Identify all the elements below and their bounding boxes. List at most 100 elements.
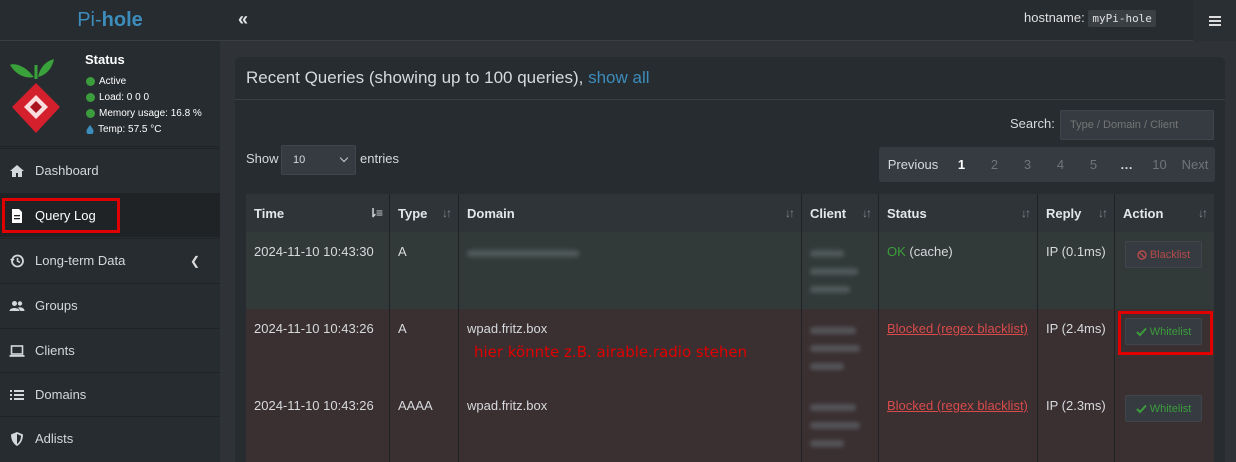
search-label: Search: — [1010, 116, 1055, 131]
pager-page-4[interactable]: 4 — [1044, 157, 1077, 172]
table-row[interactable]: 2024-11-10 10:43:30 A OK (cache) IP (0.1… — [246, 232, 1214, 309]
cell-status: OK (cache) — [879, 232, 1038, 309]
status-active: Active — [86, 76, 126, 87]
logo-prefix: Pi- — [77, 9, 102, 31]
sidebar-item-label: Groups — [35, 298, 78, 313]
column-header-reply[interactable]: Reply ↓↑ — [1038, 194, 1115, 232]
sidebar-item-groups[interactable]: Groups — [0, 283, 220, 327]
redacted-text — [810, 363, 844, 370]
column-label: Reply — [1046, 205, 1082, 221]
pihole-logo-icon — [10, 59, 60, 133]
sort-icon: ↓↑ — [1021, 206, 1031, 220]
check-icon — [1136, 327, 1147, 336]
cell-type: A — [390, 232, 459, 309]
sidebar-item-adlists[interactable]: Adlists — [0, 416, 220, 460]
sidebar-item-label: Adlists — [35, 431, 74, 446]
whitelist-label: Whitelist — [1149, 402, 1192, 415]
box-header: Recent Queries (showing up to 100 querie… — [235, 57, 1225, 100]
cell-reply: IP (2.3ms) — [1038, 386, 1115, 462]
column-header-status[interactable]: Status ↓↑ — [879, 194, 1038, 232]
cell-reply: IP (2.4ms) — [1038, 309, 1115, 386]
column-label: Type — [398, 205, 428, 221]
redacted-text — [810, 286, 850, 293]
column-header-domain[interactable]: Domain ↓↑ — [459, 194, 802, 232]
show-all-link[interactable]: show all — [588, 68, 649, 87]
column-header-action[interactable]: Action ↓↑ — [1115, 194, 1214, 232]
pager-page-2[interactable]: 2 — [978, 157, 1011, 172]
list-icon — [10, 389, 24, 400]
cell-time: 2024-11-10 10:43:30 — [246, 232, 390, 309]
pager-page-3[interactable]: 3 — [1011, 157, 1044, 172]
status-memory-text: Memory usage: 16.8 % — [99, 108, 202, 119]
status-panel: Status Active Load: 0 0 0 Memory usage: … — [0, 41, 220, 147]
pager-page-5[interactable]: 5 — [1077, 157, 1110, 172]
sort-icon: ↓↑ — [1098, 206, 1108, 220]
redacted-text — [810, 327, 856, 334]
cell-action: Blacklist — [1115, 232, 1214, 309]
laptop-icon — [9, 344, 25, 357]
pagination: Previous 1 2 3 4 5 … 10 Next — [879, 147, 1215, 182]
sidebar-item-domains[interactable]: Domains — [0, 372, 220, 416]
redacted-text — [467, 250, 579, 257]
home-icon — [10, 164, 24, 177]
status-temp-text: Temp: 57.5 °C — [98, 124, 162, 135]
logo-bold: hole — [101, 9, 143, 31]
file-icon — [12, 208, 22, 223]
redacted-text — [810, 268, 858, 275]
column-label: Time — [254, 205, 285, 221]
cell-time: 2024-11-10 10:43:26 — [246, 386, 390, 462]
blacklist-button[interactable]: Blacklist — [1125, 241, 1202, 268]
status-blocked-link[interactable]: Blocked (regex blacklist) — [887, 321, 1028, 336]
box-title-text: Recent Queries (showing up to 100 querie… — [246, 68, 589, 87]
table-row[interactable]: 2024-11-10 10:43:26 AAAA wpad.fritz.box … — [246, 386, 1214, 462]
sidebar-item-label: Dashboard — [35, 163, 99, 178]
hostname-display: hostname: myPi-hole — [1024, 10, 1156, 27]
cell-action: Whitelist — [1115, 309, 1214, 386]
column-header-type[interactable]: Type ↓↑ — [390, 194, 459, 232]
chevron-left-icon: ❮ — [189, 253, 200, 268]
cell-type: A — [390, 309, 459, 386]
sidebar-item-long-term-data[interactable]: Long-term Data ❮ — [0, 238, 220, 282]
column-header-client[interactable]: Client ↓↑ — [802, 194, 879, 232]
app-logo[interactable]: Pi-hole — [0, 0, 220, 41]
column-label: Status — [887, 205, 927, 221]
redacted-text — [810, 250, 844, 257]
hostname-label: hostname: — [1024, 10, 1085, 25]
history-icon — [10, 254, 24, 267]
sidebar-item-clients[interactable]: Clients — [0, 328, 220, 372]
query-log-box: Recent Queries (showing up to 100 querie… — [235, 57, 1225, 462]
column-header-time[interactable]: Time ⇂≡ — [246, 194, 390, 232]
pager-next[interactable]: Next — [1176, 157, 1214, 172]
redacted-text — [810, 422, 860, 429]
entries-label: entries — [360, 151, 400, 166]
search-input[interactable] — [1060, 110, 1214, 140]
status-blocked-link[interactable]: Blocked (regex blacklist) — [887, 398, 1028, 413]
pager-page-10[interactable]: 10 — [1143, 157, 1176, 172]
page-length-select[interactable]: 10 — [281, 145, 356, 175]
menu-button[interactable] — [1193, 0, 1236, 41]
status-load: Load: 0 0 0 — [86, 92, 149, 103]
pager-page-1[interactable]: 1 — [945, 157, 978, 172]
status-temp: Temp: 57.5 °C — [86, 124, 161, 135]
whitelist-button[interactable]: Whitelist — [1125, 318, 1202, 345]
box-title: Recent Queries (showing up to 100 querie… — [246, 68, 650, 88]
whitelist-button[interactable]: Whitelist — [1125, 395, 1202, 422]
status-ok: OK — [887, 244, 906, 259]
sidebar-item-label: Domains — [35, 387, 87, 402]
pager-previous[interactable]: Previous — [881, 157, 945, 172]
sidebar-toggle-icon[interactable]: « — [238, 9, 248, 30]
cell-client-redacted — [802, 232, 879, 309]
redacted-text — [810, 404, 856, 411]
redacted-text — [810, 440, 844, 447]
column-label: Client — [810, 205, 847, 221]
hamburger-icon — [1208, 15, 1221, 26]
hostname-value: myPi-hole — [1088, 10, 1156, 27]
status-detail: (cache) — [905, 244, 953, 259]
status-load-text: Load: 0 0 0 — [99, 92, 150, 103]
check-icon — [1136, 404, 1147, 413]
sort-desc-icon: ⇂≡ — [367, 206, 383, 220]
cell-domain-redacted — [459, 232, 802, 309]
sidebar-item-label: Query Log — [35, 208, 96, 223]
sidebar-item-query-log[interactable]: Query Log — [0, 193, 220, 237]
sidebar-item-dashboard[interactable]: Dashboard — [0, 148, 220, 192]
